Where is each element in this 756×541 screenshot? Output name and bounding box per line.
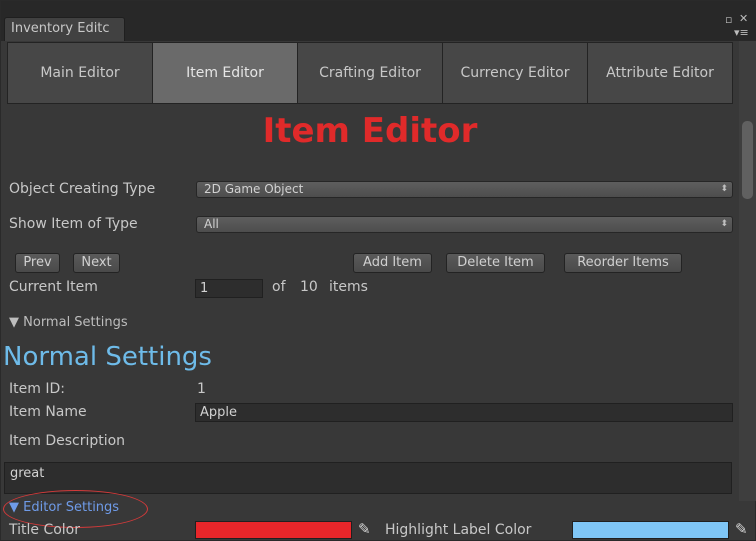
current-item-label: Current Item bbox=[9, 279, 98, 295]
prev-button[interactable]: Prev bbox=[15, 253, 60, 273]
tab-item-editor[interactable]: Item Editor bbox=[152, 42, 297, 104]
inventory-editor-window: Inventory Editc ▫ ✕ ▾≡ Main Editor Item … bbox=[0, 0, 756, 541]
editor-tabs: Main Editor Item Editor Crafting Editor … bbox=[7, 42, 733, 104]
tab-main-editor[interactable]: Main Editor bbox=[7, 42, 152, 104]
title-color-swatch[interactable] bbox=[195, 521, 352, 539]
item-name-label: Item Name bbox=[9, 404, 87, 420]
normal-settings-foldout[interactable]: ▼ Normal Settings bbox=[9, 315, 128, 330]
maximize-icon[interactable]: ▫ bbox=[725, 14, 732, 25]
items-suffix: items bbox=[329, 279, 368, 295]
item-description-field[interactable]: great bbox=[4, 462, 732, 494]
item-id-value: 1 bbox=[197, 381, 206, 397]
scrollbar-thumb[interactable] bbox=[742, 121, 753, 199]
triangle-down-icon: ▼ bbox=[9, 315, 19, 330]
reorder-items-button[interactable]: Reorder Items bbox=[564, 253, 682, 273]
object-type-dropdown[interactable]: 2D Game Object ⬍ bbox=[196, 181, 733, 198]
window-menu-icon[interactable]: ▾≡ bbox=[734, 27, 749, 38]
chevron-updown-icon: ⬍ bbox=[720, 184, 728, 194]
normal-settings-foldout-label: Normal Settings bbox=[23, 315, 128, 330]
title-bar: Inventory Editc ▫ ✕ ▾≡ bbox=[1, 1, 756, 41]
tab-crafting-editor[interactable]: Crafting Editor bbox=[297, 42, 442, 104]
show-type-label: Show Item of Type bbox=[9, 216, 138, 232]
page-title: Item Editor bbox=[262, 111, 478, 151]
section-heading: Normal Settings bbox=[3, 342, 212, 372]
triangle-down-icon: ▼ bbox=[9, 500, 19, 515]
item-name-field[interactable]: Apple bbox=[195, 403, 733, 422]
tab-currency-editor[interactable]: Currency Editor bbox=[442, 42, 587, 104]
item-description-label: Item Description bbox=[9, 433, 126, 449]
add-item-button[interactable]: Add Item bbox=[353, 253, 432, 273]
total-items-count: 10 bbox=[300, 279, 318, 295]
close-icon[interactable]: ✕ bbox=[739, 13, 748, 24]
object-type-label: Object Creating Type bbox=[9, 181, 156, 197]
eyedropper-icon[interactable]: ✎ bbox=[735, 520, 748, 538]
object-type-value: 2D Game Object bbox=[204, 182, 304, 196]
chevron-updown-icon: ⬍ bbox=[720, 219, 728, 229]
next-button[interactable]: Next bbox=[73, 253, 120, 273]
highlight-color-swatch[interactable] bbox=[572, 521, 729, 539]
of-label: of bbox=[272, 279, 286, 295]
eyedropper-icon[interactable]: ✎ bbox=[358, 520, 371, 538]
show-type-dropdown[interactable]: All ⬍ bbox=[196, 216, 733, 233]
title-color-label: Title Color bbox=[9, 522, 81, 538]
item-id-label: Item ID: bbox=[9, 381, 65, 397]
vertical-scrollbar[interactable] bbox=[739, 41, 756, 501]
editor-settings-foldout-label: Editor Settings bbox=[23, 500, 120, 515]
current-item-field[interactable]: 1 bbox=[195, 279, 263, 298]
editor-settings-foldout[interactable]: ▼ Editor Settings bbox=[9, 500, 119, 515]
tab-attribute-editor[interactable]: Attribute Editor bbox=[587, 42, 733, 104]
delete-item-button[interactable]: Delete Item bbox=[446, 253, 545, 273]
window-tab[interactable]: Inventory Editc bbox=[4, 17, 125, 41]
show-type-value: All bbox=[204, 217, 219, 231]
highlight-color-label: Highlight Label Color bbox=[385, 522, 532, 538]
